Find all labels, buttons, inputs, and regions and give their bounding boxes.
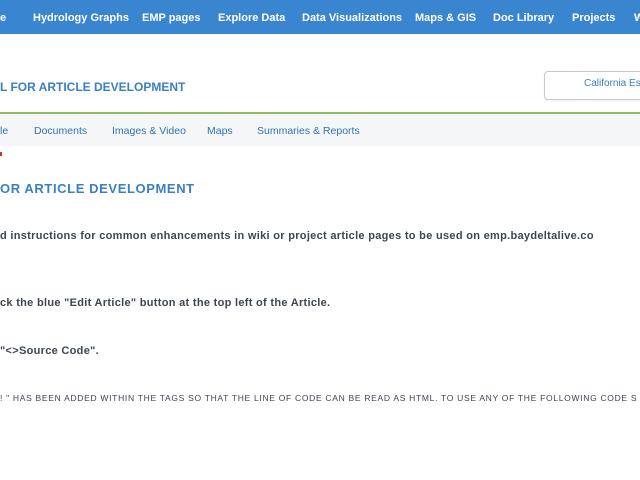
- sub-nav-bar: le Documents Images & Video Maps Summari…: [0, 114, 640, 146]
- nav-item-maps-gis[interactable]: Maps & GIS: [415, 0, 476, 34]
- step-edit-article: ck the blue "Edit Article" button at the…: [0, 297, 331, 309]
- nav-item-projects[interactable]: Projects: [572, 0, 615, 34]
- subnav-item-article[interactable]: le: [0, 114, 8, 146]
- nav-item-explore-data[interactable]: Explore Data: [218, 0, 285, 34]
- top-nav-bar: e Hydrology Graphs EMP pages Explore Dat…: [0, 0, 640, 34]
- nav-item-emp-pages[interactable]: EMP pages: [142, 0, 201, 34]
- step-source-code: "<>Source Code".: [0, 345, 99, 357]
- nav-item-doc-library[interactable]: Doc Library: [493, 0, 554, 34]
- subnav-item-summaries-reports[interactable]: Summaries & Reports: [257, 114, 360, 146]
- subnav-item-maps[interactable]: Maps: [207, 114, 233, 146]
- nav-item-home[interactable]: e: [0, 0, 6, 34]
- code-note-paragraph: ! " HAS BEEN ADDED WITHIN THE TAGS SO TH…: [0, 393, 638, 403]
- nav-item-more[interactable]: W: [634, 0, 640, 34]
- nav-item-data-visualizations[interactable]: Data Visualizations: [302, 0, 402, 34]
- intro-paragraph: d instructions for common enhancements i…: [0, 230, 594, 242]
- subnav-item-documents[interactable]: Documents: [34, 114, 87, 146]
- subnav-item-images-video[interactable]: Images & Video: [112, 114, 186, 146]
- article-title: OR ARTICLE DEVELOPMENT: [0, 181, 195, 196]
- nav-item-hydrology-graphs[interactable]: Hydrology Graphs: [33, 0, 129, 34]
- breadcrumb-marker: [0, 152, 2, 156]
- page-header-title: L FOR ARTICLE DEVELOPMENT: [0, 80, 186, 94]
- site-selector-button[interactable]: California Es: [544, 71, 640, 100]
- site-selector-label: California Es: [584, 78, 640, 89]
